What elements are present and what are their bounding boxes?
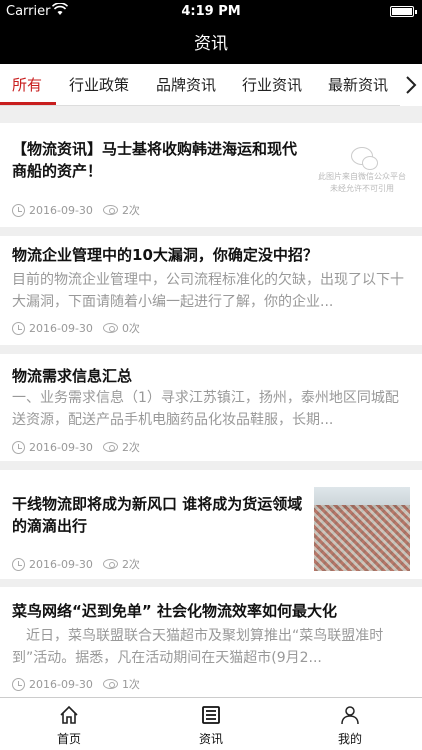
tab-industry-policy[interactable]: 行业政策 (69, 64, 129, 106)
chevron-right-icon[interactable] (400, 64, 422, 106)
bottom-tab-me[interactable]: 我的 (310, 698, 390, 750)
battery-icon (390, 6, 417, 17)
news-icon (202, 706, 220, 724)
article-item[interactable]: 物流企业管理中的10大漏洞，你确定没中招？ 目前的物流企业管理中，公司流程标准化… (0, 236, 422, 345)
nav-bar: 资讯 (0, 24, 422, 64)
article-item[interactable]: 【物流资讯】马士基将收购韩进海运和现代商船的资产！ 此图片来自微信公众平台 未经… (0, 123, 422, 227)
status-bar: Carrier 4:19 PM (0, 0, 422, 24)
article-date: 2016-09-30 (29, 321, 93, 335)
article-title: 物流企业管理中的10大漏洞，你确定没中招？ (12, 246, 318, 264)
bottom-tab-news[interactable]: 资讯 (171, 698, 251, 750)
eye-icon (102, 679, 118, 689)
tab-brand-news[interactable]: 品牌资讯 (156, 64, 216, 106)
bottom-tab-home[interactable]: 首页 (29, 698, 109, 750)
article-meta: 2016-09-30 1次 (12, 676, 140, 692)
clock-icon (12, 321, 25, 335)
article-views: 0次 (121, 322, 140, 335)
clock-icon (12, 677, 25, 691)
eye-icon (102, 323, 118, 333)
article-views: 2次 (121, 558, 140, 571)
article-thumbnail (314, 487, 410, 571)
image-placeholder: 此图片来自微信公众平台 未经允许不可引用 (314, 133, 410, 217)
eye-icon (102, 205, 118, 215)
tab-latest-news[interactable]: 最新资讯 (328, 64, 388, 106)
article-title: 干线物流即将成为新风口 谁将成为货运领域的滴滴出行 (12, 495, 303, 535)
tab-all[interactable]: 所有 (12, 64, 42, 106)
bottom-tab-bar: 首页 资讯 我的 (0, 697, 422, 750)
article-meta: 2016-09-30 0次 (12, 320, 140, 336)
article-meta: 2016-09-30 2次 (12, 202, 140, 218)
status-time: 4:19 PM (181, 4, 241, 19)
bottom-tab-label: 资讯 (198, 732, 223, 746)
eye-icon (102, 559, 118, 569)
article-summary: 目前的物流企业管理中，公司流程标准化的欠缺，出现了以下十大漏洞，下面请随着小编一… (12, 272, 404, 310)
article-views: 1次 (121, 678, 140, 691)
clock-icon (12, 440, 25, 454)
article-item[interactable]: 干线物流即将成为新风口 谁将成为货运领域的滴滴出行 2016-09-30 2次 (0, 470, 422, 579)
article-date: 2016-09-30 (29, 557, 93, 571)
article-meta: 2016-09-30 2次 (12, 556, 140, 572)
article-views: 2次 (121, 204, 140, 217)
page-title: 资讯 (194, 34, 228, 54)
home-icon (60, 705, 78, 724)
article-item[interactable]: 菜鸟网络“迟到免单” 社会化物流效率如何最大化 近日，菜鸟联盟联合天猫超市及聚划… (0, 587, 422, 697)
active-tab-indicator (0, 102, 56, 105)
clock-icon (12, 557, 25, 571)
placeholder-notice: 此图片来自微信公众平台 未经允许不可引用 (318, 172, 406, 193)
eye-icon (102, 442, 118, 452)
article-views: 2次 (121, 441, 140, 454)
clock-icon (12, 203, 25, 217)
article-meta: 2016-09-30 2次 (12, 439, 140, 455)
article-title: 菜鸟网络“迟到免单” 社会化物流效率如何最大化 (12, 602, 337, 620)
article-title: 物流需求信息汇总 (12, 367, 133, 385)
article-title: 【物流资讯】马士基将收购韩进海运和现代商船的资产！ (12, 140, 298, 180)
article-date: 2016-09-30 (29, 203, 93, 217)
bottom-tab-label: 首页 (56, 732, 81, 746)
article-date: 2016-09-30 (29, 440, 93, 454)
tab-industry-news[interactable]: 行业资讯 (242, 64, 302, 106)
article-summary: 一、业务需求信息（1）寻求江苏镇江，扬州，泰州地区同城配送资源，配送产品手机电脑… (12, 390, 399, 428)
wechat-icon (351, 147, 378, 170)
article-date: 2016-09-30 (29, 677, 93, 691)
article-summary: 近日，菜鸟联盟联合天猫超市及聚划算推出“菜鸟联盟准时到”活动。据悉，凡在活动期间… (12, 628, 384, 666)
user-icon (341, 706, 359, 725)
article-item[interactable]: 物流需求信息汇总 一、业务需求信息（1）寻求江苏镇江，扬州，泰州地区同城配送资源… (0, 354, 422, 461)
category-tab-bar: 所有 行业政策 品牌资讯 行业资讯 最新资讯 (0, 64, 422, 106)
bottom-tab-label: 我的 (337, 732, 362, 746)
